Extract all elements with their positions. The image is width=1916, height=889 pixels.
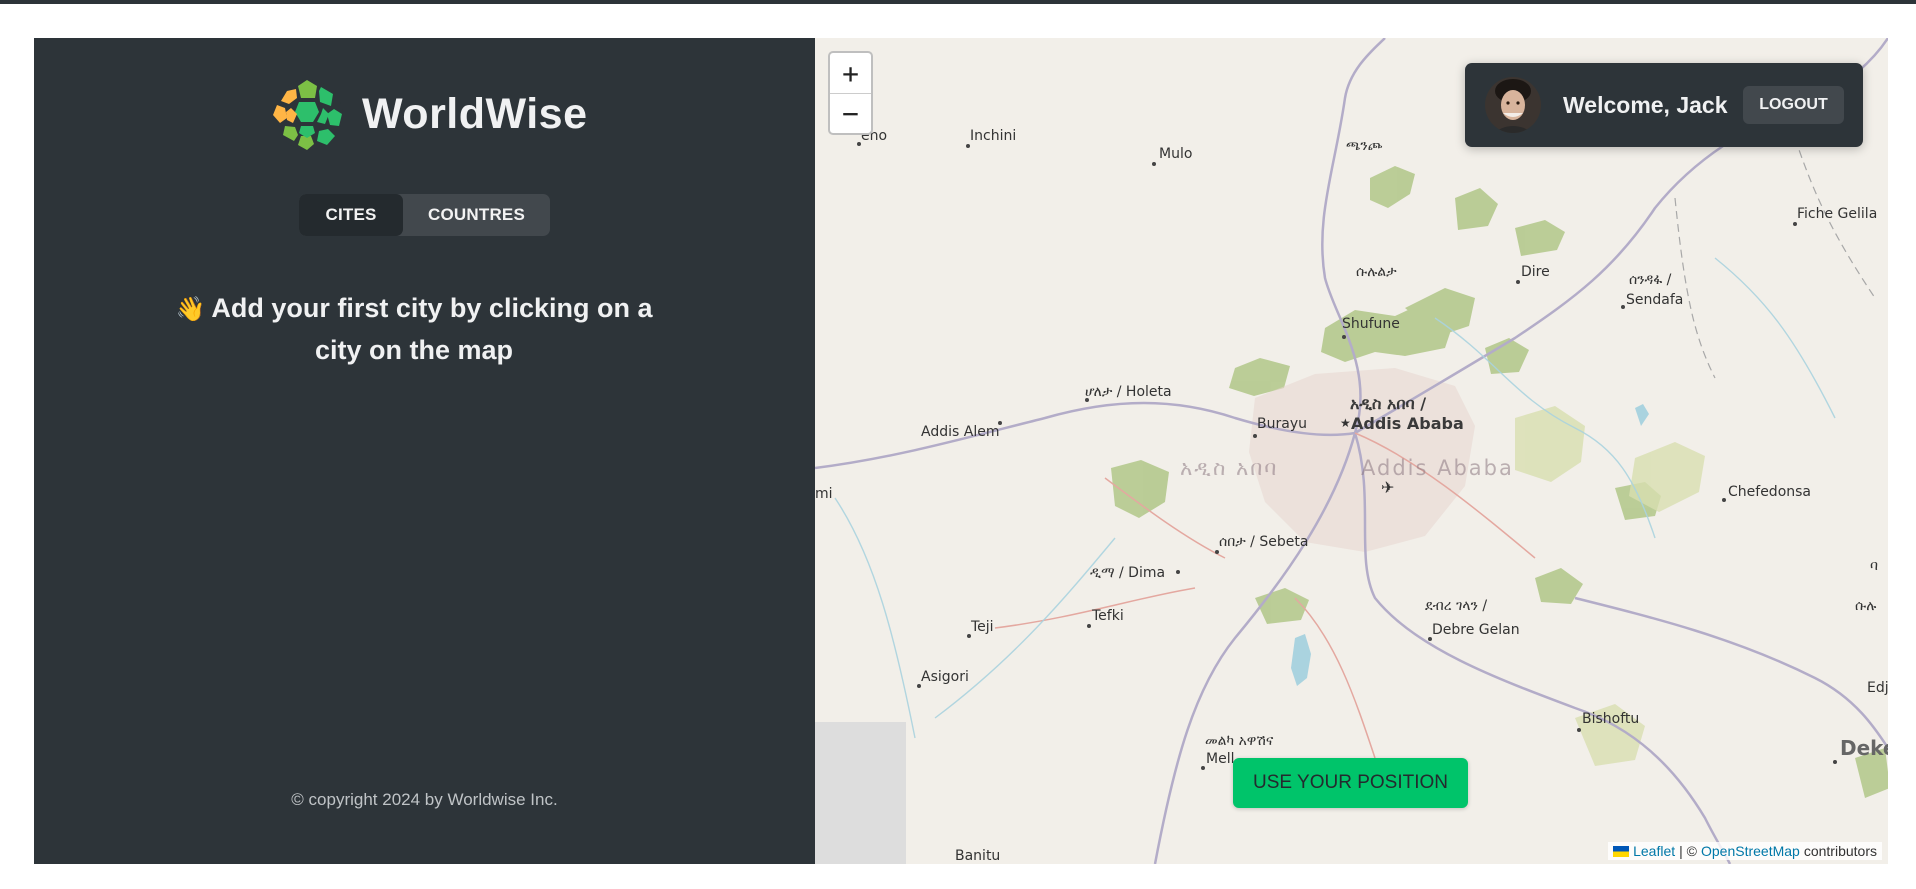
place-label: Edj — [1867, 680, 1888, 696]
airport-icon: ✈ — [1381, 478, 1395, 497]
place-label: ጫንጮ — [1346, 138, 1383, 154]
place-label: Asigori — [921, 669, 969, 685]
zoom-out-button[interactable]: − — [830, 93, 871, 133]
map-container[interactable]: eno Inchini Mulo ጫንጮ ሱሉልታ Dire Fiche Gel… — [815, 38, 1888, 864]
place-label: አዲስ አበባ / — [1350, 394, 1427, 413]
tab-cities[interactable]: CITES — [299, 194, 403, 236]
avatar — [1485, 77, 1541, 133]
zoom-control: + − — [828, 51, 873, 135]
leaflet-link[interactable]: Leaflet — [1633, 843, 1675, 859]
sidebar: WorldWise CITES COUNTRES 👋 Add your first… — [34, 38, 815, 864]
place-dot — [1621, 305, 1625, 309]
waving-hand-icon: 👋 — [175, 296, 206, 323]
place-label: Debre Gelan — [1432, 622, 1520, 638]
attribution-suffix: contributors — [1803, 843, 1877, 859]
place-label: Tefki — [1092, 608, 1124, 624]
place-dot — [1833, 760, 1837, 764]
place-label: Addis Alem — [921, 424, 1000, 440]
place-label: ዲማ / Dima — [1090, 565, 1166, 581]
place-label: Fiche Gelila — [1797, 206, 1878, 222]
place-label: Inchini — [970, 128, 1017, 144]
place-label: mi — [815, 486, 833, 502]
brand-name: WorldWise — [362, 90, 588, 138]
map-attribution: Leaflet | © OpenStreetMap contributors — [1608, 842, 1882, 860]
place-label-watermark: አዲስ አበባ — [1180, 456, 1279, 480]
tab-countries[interactable]: COUNTRES — [403, 194, 550, 236]
place-label: ሰበታ / Sebeta — [1219, 534, 1309, 550]
place-label: Burayu — [1257, 416, 1307, 432]
place-dot — [1516, 280, 1520, 284]
place-dot — [1201, 766, 1205, 770]
map-tiles — [815, 38, 1888, 864]
place-label: Dekeb — [1840, 736, 1888, 760]
place-label: ሱሉልታ — [1356, 264, 1397, 280]
place-label: Bishoftu — [1582, 711, 1640, 727]
place-label: Chefedonsa — [1728, 484, 1812, 500]
place-dot — [1577, 728, 1581, 732]
attribution-separator: | © — [1679, 843, 1697, 859]
openstreetmap-link[interactable]: OpenStreetMap — [1701, 843, 1800, 859]
place-dot — [1722, 498, 1726, 502]
place-dot — [1342, 335, 1346, 339]
capital-star-icon: ★ — [1340, 416, 1351, 430]
place-label: ሰንዳፋ / — [1629, 272, 1672, 288]
place-label: ሆለታ / Holeta — [1085, 384, 1172, 400]
place-dot — [1152, 162, 1156, 166]
place-label: Dire — [1521, 264, 1550, 280]
place-label: Banitu — [955, 848, 1001, 864]
zoom-in-button[interactable]: + — [830, 53, 871, 93]
place-dot — [1087, 624, 1091, 628]
copyright: © copyright 2024 by Worldwise Inc. — [291, 790, 558, 809]
place-dot — [1215, 550, 1219, 554]
place-dot — [966, 144, 970, 148]
empty-state-message: 👋 Add your first city by clicking on a ci… — [164, 288, 664, 371]
place-label-capital: Addis Ababa — [1351, 414, 1464, 433]
place-label: ባ — [1870, 558, 1879, 574]
place-label: ሱሉ — [1855, 598, 1877, 614]
place-label: ደብረ ገላን / — [1425, 598, 1488, 614]
place-label: መልካ አዋሽና — [1205, 733, 1274, 749]
use-position-button[interactable]: USE YOUR POSITION — [1233, 758, 1468, 808]
empty-state-text: Add your first city by clicking on a cit… — [211, 293, 653, 365]
place-dot — [1176, 570, 1180, 574]
place-label-watermark: Addis Ababa — [1361, 456, 1514, 480]
app-layout: WorldWise CITES COUNTRES 👋 Add your first… — [34, 38, 1888, 864]
top-rule — [0, 0, 1916, 4]
logo[interactable]: WorldWise — [271, 78, 588, 151]
user-photo-icon — [1485, 77, 1541, 133]
view-tabs: CITES COUNTRES — [299, 194, 550, 236]
place-label: Teji — [971, 619, 994, 635]
place-label: Shufune — [1342, 316, 1400, 332]
welcome-text: Welcome, Jack — [1563, 91, 1728, 118]
place-label: Mulo — [1159, 146, 1193, 162]
place-dot — [1793, 222, 1797, 226]
globe-logo-icon — [272, 79, 343, 150]
place-dot — [1253, 434, 1257, 438]
ukraine-flag-icon — [1613, 845, 1630, 857]
place-label: Sendafa — [1626, 292, 1684, 308]
logout-button[interactable]: LOGOUT — [1743, 86, 1844, 124]
place-label: Mell — [1206, 751, 1235, 767]
user-card: Welcome, Jack LOGOUT — [1465, 63, 1863, 147]
